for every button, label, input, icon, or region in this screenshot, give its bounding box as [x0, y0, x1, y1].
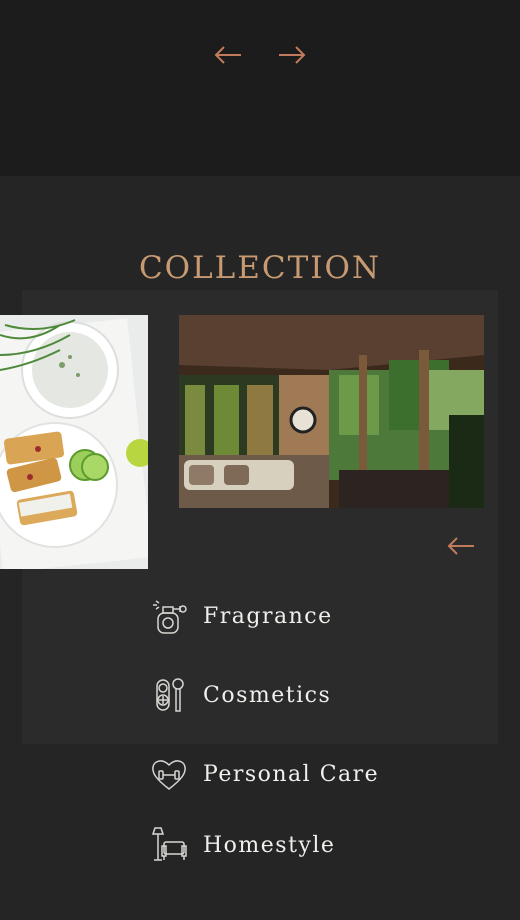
- arrow-left-icon: [447, 537, 474, 555]
- category-item-personal-care[interactable]: Personal Care: [150, 752, 379, 796]
- category-item-cosmetics[interactable]: Cosmetics: [150, 673, 331, 717]
- makeup-brush-icon: [150, 674, 192, 716]
- category-label: Homestyle: [203, 832, 336, 858]
- arrow-left-icon: [214, 46, 241, 64]
- next-arrow-button[interactable]: [272, 40, 312, 70]
- carousel-slide-food[interactable]: [0, 315, 148, 569]
- living-room-patio-photo: [179, 315, 484, 508]
- section-title: COLLECTION: [138, 250, 382, 286]
- carousel-prev-button[interactable]: [441, 531, 481, 561]
- prev-arrow-button[interactable]: [208, 40, 248, 70]
- carousel-slide-livingroom[interactable]: [179, 315, 484, 508]
- heart-dumbbell-icon: [150, 753, 192, 795]
- category-label: Fragrance: [203, 603, 333, 629]
- perfume-bottle-icon: [150, 595, 192, 637]
- category-label: Personal Care: [203, 761, 380, 787]
- top-nav-band: [0, 0, 520, 176]
- category-label: Cosmetics: [203, 682, 332, 708]
- category-item-fragrance[interactable]: Fragrance: [150, 594, 333, 638]
- arrow-right-icon: [279, 46, 306, 64]
- food-plate-photo: [0, 315, 148, 569]
- category-item-homestyle[interactable]: Homestyle: [150, 823, 335, 867]
- lamp-armchair-icon: [150, 824, 192, 866]
